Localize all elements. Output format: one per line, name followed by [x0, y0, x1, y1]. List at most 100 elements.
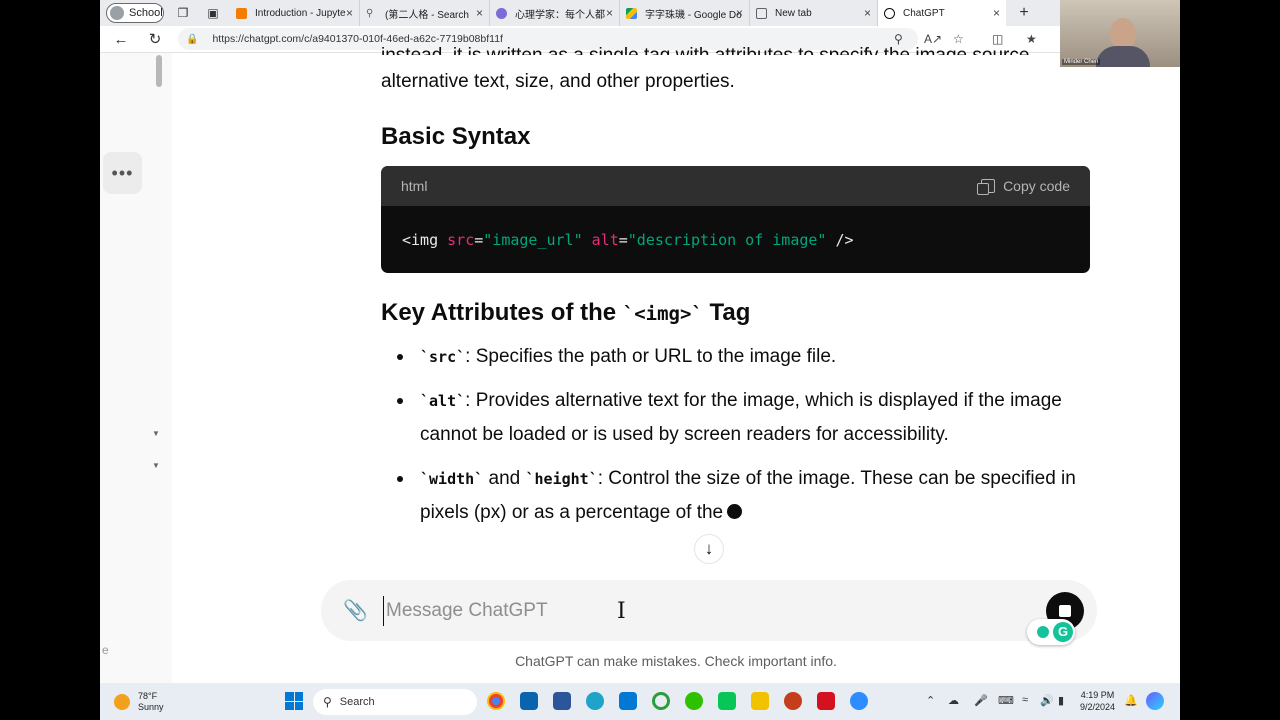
browser-tab-bar: School ❐ ▣ Introduction - Jupyte × ⚲ (第二… — [100, 0, 1180, 26]
weather-temp: 78°F — [138, 691, 158, 701]
list-item: `alt`: Provides alternative text for the… — [381, 384, 1101, 452]
notification-bell-icon[interactable]: 🔔 — [1124, 694, 1138, 707]
heading-code: `<img>` — [622, 303, 703, 325]
copy-code-button[interactable]: Copy code — [977, 178, 1070, 195]
search-icon: ⚲ — [366, 7, 374, 19]
close-icon[interactable]: × — [864, 6, 871, 20]
sidebar: ••• ▼ ▼ e — [100, 53, 172, 683]
jupyter-favicon — [236, 7, 247, 19]
new-tab-icon — [756, 7, 767, 19]
copy-code-label: Copy code — [1003, 178, 1070, 194]
tab-actions-icon[interactable]: ▣ — [202, 2, 224, 24]
chevron-down-icon[interactable]: ▼ — [152, 461, 160, 470]
tray-chevron-icon[interactable]: ⌃ — [926, 694, 935, 707]
attribute-list: `src`: Specifies the path or URL to the … — [381, 340, 1101, 540]
tab-title: 心理学家：每个人都 — [515, 9, 605, 21]
grammarly-icon: G — [1053, 622, 1073, 642]
code-language: html — [401, 178, 428, 194]
file-explorer-icon[interactable] — [751, 692, 769, 710]
copilot-icon[interactable] — [1146, 692, 1164, 710]
list-item: `width` and `height`: Control the size o… — [381, 462, 1101, 530]
acrobat-icon[interactable] — [817, 692, 835, 710]
avatar — [110, 6, 124, 20]
tab-jupyter[interactable]: Introduction - Jupyte × — [230, 0, 360, 26]
tab-psychologist[interactable]: 心理学家：每个人都 × — [490, 0, 620, 26]
code-block: html Copy code <img src="image_url" alt=… — [381, 166, 1090, 273]
clock-time: 4:19 PM — [1080, 690, 1115, 700]
clock-date: 9/2/2024 — [1080, 702, 1116, 712]
wechat-icon[interactable] — [685, 692, 703, 710]
tab-new-tab[interactable]: New tab × — [750, 0, 878, 26]
profile-label: School — [129, 7, 163, 19]
code-token: src — [447, 231, 475, 249]
microphone-icon[interactable]: 🎤 — [974, 694, 988, 707]
battery-icon[interactable]: ▮ — [1058, 694, 1064, 707]
heading-basic-syntax: Basic Syntax — [381, 123, 531, 150]
volume-icon[interactable]: 🔊 — [1040, 694, 1054, 707]
refresh-app-icon[interactable] — [652, 692, 670, 710]
line-icon[interactable] — [718, 692, 736, 710]
profile-button[interactable]: School — [106, 3, 164, 23]
streaming-cursor — [727, 504, 743, 519]
close-icon[interactable]: × — [606, 6, 613, 20]
wifi-icon[interactable]: ≈ — [1022, 694, 1028, 706]
close-icon[interactable]: × — [736, 6, 743, 20]
weather-widget[interactable]: 78°F Sunny — [114, 691, 164, 713]
chat-content: instead, it is written as a single tag w… — [172, 45, 1180, 683]
workspaces-icon[interactable]: ❐ — [172, 2, 194, 24]
lock-icon: 🔒 — [186, 33, 199, 45]
inline-code: `src` — [420, 348, 466, 366]
close-icon[interactable]: × — [346, 6, 353, 20]
tab-search[interactable]: ⚲ (第二人格 - Search × — [360, 0, 490, 26]
screen: School ❐ ▣ Introduction - Jupyte × ⚲ (第二… — [100, 0, 1180, 720]
sun-icon — [114, 694, 130, 710]
copy-icon — [977, 179, 996, 195]
start-button[interactable] — [285, 692, 303, 710]
site-favicon — [496, 7, 507, 19]
attach-icon[interactable]: 📎 — [343, 598, 368, 623]
chatgpt-icon — [884, 7, 895, 19]
taskbar-search[interactable]: ⚲ Search — [313, 689, 477, 715]
text-cursor-icon: I — [617, 599, 626, 624]
keyboard-icon[interactable]: ⌨ — [998, 694, 1014, 707]
system-clock[interactable]: 4:19 PM 9/2/2024 — [1080, 689, 1115, 713]
edge-icon[interactable] — [586, 692, 604, 710]
list-item: `src`: Specifies the path or URL to the … — [381, 340, 1101, 374]
vscode-icon[interactable] — [619, 692, 637, 710]
code-token: <img — [402, 231, 439, 249]
code-body: <img src="image_url" alt="description of… — [381, 206, 1090, 273]
onedrive-icon[interactable]: ☁ — [948, 694, 959, 707]
code-token: alt — [591, 231, 619, 249]
list-item-text: : Provides alternative text for the imag… — [420, 390, 1062, 445]
close-icon[interactable]: × — [993, 6, 1000, 20]
new-tab-button[interactable]: + — [1012, 4, 1036, 22]
message-input[interactable] — [383, 596, 983, 626]
word-icon[interactable] — [553, 692, 571, 710]
webcam-overlay: Minder Chen — [1060, 0, 1180, 67]
tab-title: Introduction - Jupyte — [255, 7, 346, 19]
tab-title: 字字珠璣 - Google Do — [645, 9, 742, 21]
back-icon[interactable]: ← — [110, 31, 132, 48]
powerpoint-icon[interactable] — [784, 692, 802, 710]
code-token: = — [474, 231, 484, 249]
list-item-text: : Specifies the path or URL to the image… — [465, 346, 837, 367]
tab-chatgpt[interactable]: ChatGPT × — [878, 0, 1006, 26]
heading-text: Tag — [702, 299, 751, 326]
close-icon[interactable]: × — [476, 6, 483, 20]
scroll-down-button[interactable]: ↓ — [694, 534, 724, 564]
chevron-down-icon[interactable]: ▼ — [152, 429, 160, 438]
zoom-icon[interactable] — [850, 692, 868, 710]
windows-taskbar: 78°F Sunny ⚲ Search ⌃ ☁ 🎤 ⌨ ≈ 🔊 ▮ 4:19 P… — [100, 683, 1180, 720]
outlook-icon[interactable] — [520, 692, 538, 710]
refresh-icon[interactable]: ↻ — [144, 30, 166, 48]
grammarly-widget[interactable]: G — [1027, 619, 1075, 645]
chrome-icon[interactable] — [487, 692, 505, 710]
sidebar-fragment: e — [102, 643, 109, 657]
more-options-button[interactable]: ••• — [103, 152, 142, 194]
code-token: = — [618, 231, 628, 249]
tab-title: ChatGPT — [903, 7, 945, 19]
tab-google-doc[interactable]: 字字珠璣 - Google Do × — [620, 0, 750, 26]
presenter-name: Minder Chen — [1062, 59, 1101, 65]
sidebar-scrollbar[interactable] — [156, 55, 162, 87]
tab-title: (第二人格 - Search — [385, 9, 469, 21]
